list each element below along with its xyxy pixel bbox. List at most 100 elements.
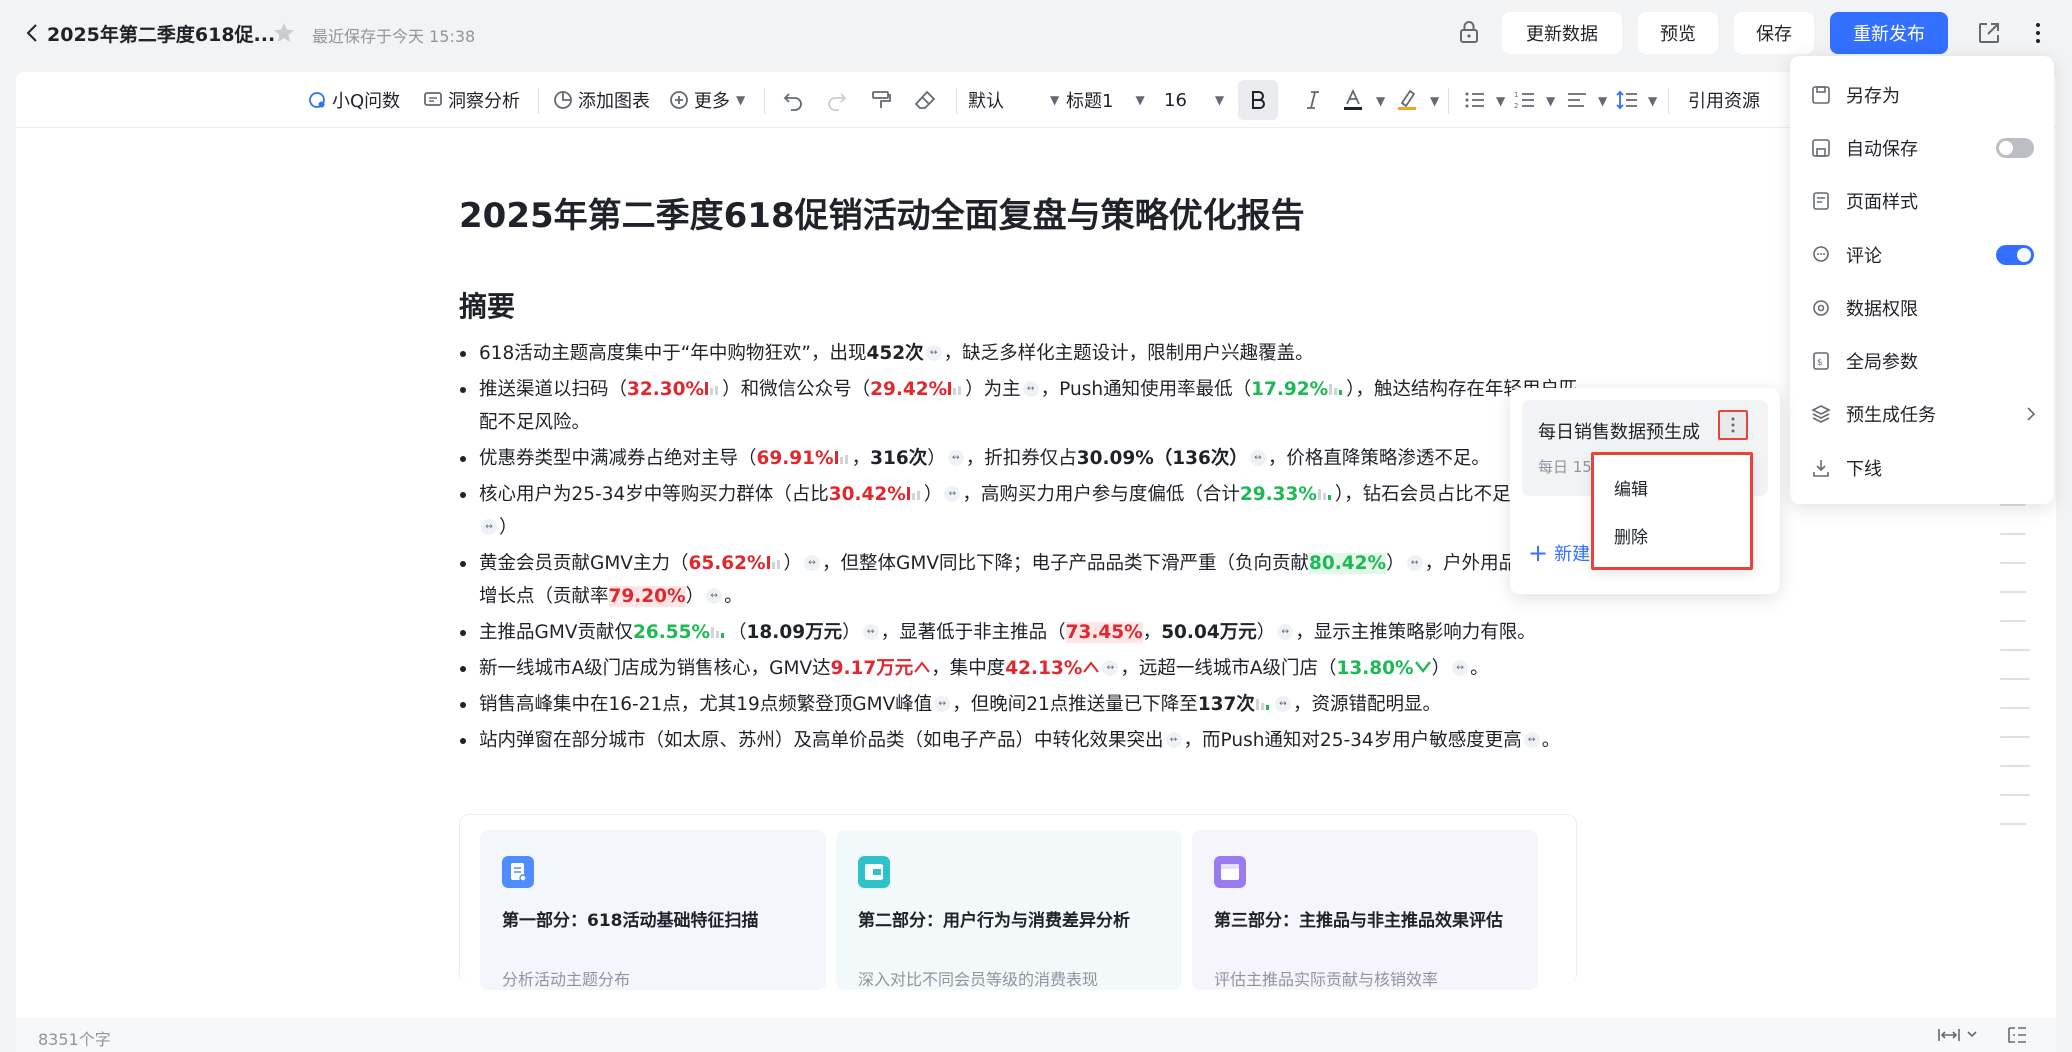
menu-item-label: 另存为: [1846, 86, 1900, 107]
list-item: 618活动主题高度集中于“年中购物狂欢”，出现452次 ↔ ，缺乏多样化主题设计，限…: [459, 337, 1579, 370]
insight-button[interactable]: 洞察分析: [422, 86, 520, 114]
layers-icon: [1811, 405, 1831, 423]
toolbar-divider: [764, 88, 765, 114]
document-title: 2025年第二季度618促销活动全面复盘与策略优化报告: [459, 196, 1305, 236]
font-size-value: 16: [1164, 89, 1187, 111]
part-card-3[interactable]: 第三部分：主推品与非主推品效果评估 评估主推品实际贡献与核销效率: [1192, 830, 1538, 990]
pie-chart-icon: [554, 91, 572, 109]
menu-item-save-as[interactable]: 另存为: [1810, 80, 1900, 110]
heading-select[interactable]: 标题1 ▼: [1066, 86, 1145, 114]
menu-item-label: 数据权限: [1846, 299, 1918, 320]
update-data-button[interactable]: 更新数据: [1502, 12, 1622, 54]
star-icon[interactable]: [272, 21, 296, 45]
bold-icon[interactable]: [1238, 80, 1278, 120]
part-card-1[interactable]: 第一部分：618活动基础特征扫描 分析活动主题分布: [480, 830, 826, 990]
more-vertical-icon[interactable]: [2028, 20, 2048, 46]
heading-value: 标题1: [1066, 91, 1114, 112]
format-painter-icon[interactable]: [868, 87, 894, 113]
chevron-down-icon[interactable]: ▼: [1430, 94, 1439, 108]
list-item: 核心用户为25-34岁中等购买力群体（占比30.42%） ↔ ，高购买力用户参与度偏…: [459, 478, 1579, 544]
outline-minimap[interactable]: [2000, 504, 2030, 852]
menu-item-label: 下线: [1846, 459, 1882, 480]
redo-icon[interactable]: [824, 87, 850, 113]
menu-item-comment[interactable]: 评论: [1810, 240, 1882, 270]
plus-icon: +: [1528, 539, 1549, 567]
share-icon[interactable]: [1976, 20, 2002, 46]
font-color-icon[interactable]: [1340, 87, 1366, 113]
menu-item-autosave[interactable]: 自动保存: [1810, 133, 1918, 163]
undo-icon[interactable]: [780, 87, 806, 113]
line-height-icon[interactable]: [1614, 87, 1640, 113]
more-tools-button[interactable]: 更多 ▼: [668, 86, 745, 114]
menu-item-label: 预生成任务: [1846, 405, 1936, 426]
status-bar: 8351个字: [16, 1018, 2056, 1052]
menu-item-label: 页面样式: [1846, 192, 1918, 213]
part-card-title: 第二部分：用户行为与消费差异分析: [858, 911, 1130, 931]
autosave-toggle[interactable]: [1996, 138, 2034, 158]
bullet-list-icon[interactable]: [1462, 87, 1488, 113]
reference-icon: ↔: [1249, 450, 1266, 466]
list-item: 黄金会员贡献GMV主力（65.62%） ↔ ，但整体GMV同比下降；电子产品品类下滑…: [459, 547, 1579, 613]
reference-icon: ↔: [1452, 660, 1469, 676]
menu-item-label: 评论: [1846, 246, 1882, 267]
eraser-icon[interactable]: [912, 87, 938, 113]
more-tools-label: 更多: [694, 91, 730, 112]
chevron-down-icon[interactable]: ▼: [1546, 94, 1555, 108]
trend-down-icon: [1414, 661, 1431, 673]
new-task-label: 新建: [1554, 544, 1591, 565]
reference-icon: ↔: [1406, 555, 1423, 571]
menu-item-label: 全局参数: [1846, 352, 1918, 373]
bar-trend-icon: [906, 487, 920, 500]
chat-bot-icon: [309, 92, 325, 108]
edit-menu-item[interactable]: 编辑: [1614, 475, 1648, 500]
new-task-button[interactable]: + 新建: [1528, 540, 1590, 566]
add-chart-button[interactable]: 添加图表: [552, 86, 650, 114]
delete-menu-item[interactable]: 删除: [1614, 523, 1648, 548]
menu-item-page-style[interactable]: 页面样式: [1810, 186, 1918, 216]
chevron-right-icon: [2027, 407, 2036, 421]
toolbar-divider: [538, 88, 539, 114]
menu-item-data-permission[interactable]: 数据权限: [1810, 293, 1918, 323]
chevron-down-icon: ▼: [1214, 93, 1225, 107]
save-button[interactable]: 保存: [1734, 12, 1814, 54]
preview-button[interactable]: 预览: [1638, 12, 1718, 54]
reference-icon: ↔: [1022, 381, 1039, 397]
republish-button[interactable]: 重新发布: [1830, 12, 1948, 54]
chevron-down-icon[interactable]: ▼: [1496, 94, 1505, 108]
cite-resource-button[interactable]: 引用资源: [1688, 86, 1760, 114]
highlight-color-icon[interactable]: [1394, 87, 1420, 113]
align-left-icon[interactable]: [1564, 87, 1590, 113]
chevron-down-icon: ▼: [1050, 93, 1060, 107]
font-family-select[interactable]: 默认 ▼: [968, 86, 1059, 114]
menu-item-pregen-tasks[interactable]: 预生成任务: [1810, 399, 1936, 429]
task-schedule: 每日 15: [1538, 458, 1592, 476]
chevron-down-icon[interactable]: ▼: [1598, 94, 1607, 108]
comment-icon: [424, 92, 442, 106]
document-icon: [502, 856, 534, 888]
doc-title[interactable]: 2025年第二季度618促...: [47, 20, 275, 47]
toolbar-divider: [956, 88, 957, 114]
part-cards-container: 第一部分：618活动基础特征扫描 分析活动主题分布 第二部分：用户行为与消费差异…: [459, 814, 1577, 990]
bar-trend-icon: [834, 451, 848, 464]
part-card-2[interactable]: 第二部分：用户行为与消费差异分析 深入对比不同会员等级的消费表现: [836, 830, 1182, 990]
font-size-select[interactable]: 16 ▼: [1164, 86, 1224, 114]
list-item: 优惠券类型中满减券占绝对主导（69.91% ，316次） ↔ ，折扣券仅占30.09%…: [459, 442, 1579, 475]
italic-icon[interactable]: [1300, 87, 1326, 113]
window-icon: [1214, 856, 1246, 888]
chevron-down-icon[interactable]: ▼: [1648, 94, 1657, 108]
back-arrow-icon[interactable]: [22, 22, 44, 44]
lock-icon[interactable]: [1456, 19, 1482, 45]
ordered-list-icon[interactable]: 12: [1512, 87, 1538, 113]
ask-q-button[interactable]: 小Q问数: [306, 86, 400, 114]
cite-resource-label: 引用资源: [1688, 91, 1760, 112]
summary-list: 618活动主题高度集中于“年中购物狂欢”，出现452次 ↔ ，缺乏多样化主题设计，限…: [459, 337, 1579, 760]
task-more-button[interactable]: [1718, 410, 1748, 440]
card-icon: [858, 856, 890, 888]
comment-toggle[interactable]: [1996, 245, 2034, 265]
menu-item-offline[interactable]: 下线: [1810, 453, 1882, 483]
chevron-down-icon[interactable]: ▼: [1376, 94, 1385, 108]
svg-text:2: 2: [1514, 102, 1518, 110]
outline-toggle-icon[interactable]: [2006, 1024, 2028, 1046]
menu-item-global-params[interactable]: $ 全局参数: [1810, 346, 1918, 376]
page-width-icon[interactable]: [1936, 1024, 1982, 1046]
